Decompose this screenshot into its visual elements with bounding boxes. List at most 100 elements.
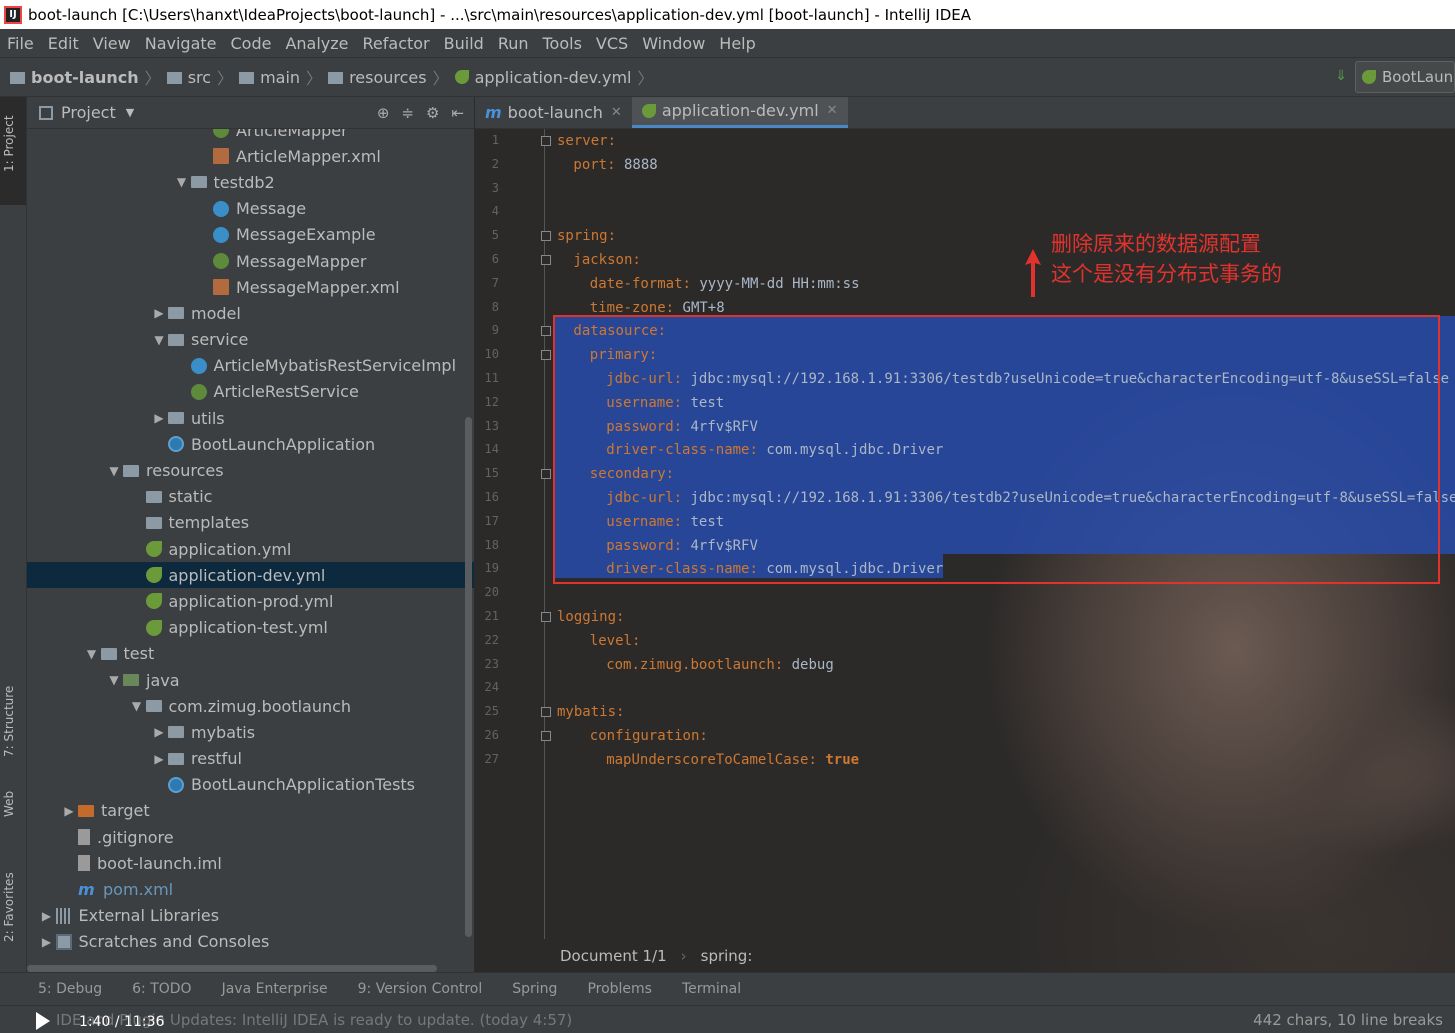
tree-toggle-icon[interactable]: ▼: [128, 699, 146, 713]
yml-icon: [145, 541, 162, 558]
tree-item[interactable]: BootLaunchApplicationTests: [27, 772, 474, 798]
tree-toggle-icon[interactable]: ▶: [150, 411, 168, 425]
tree-item[interactable]: ▶ restful: [27, 746, 474, 772]
tree-toggle-icon[interactable]: ▶: [38, 909, 56, 923]
tree-item[interactable]: ArticleMybatisRestServiceImpl: [27, 353, 474, 379]
project-tree-viewport: ArticleMapper ArticleMapper.xml ▼ testdb2 Me…: [27, 129, 474, 972]
menu-item-edit[interactable]: Edit: [48, 34, 79, 53]
tool-window-button[interactable]: 5: Debug: [38, 981, 102, 997]
tree-item[interactable]: application-dev.yml: [27, 562, 474, 589]
build-icon[interactable]: ⇓: [1335, 68, 1347, 84]
tree-item[interactable]: ▶ mybatis: [27, 719, 474, 745]
menu-item-tools[interactable]: Tools: [543, 34, 582, 53]
menu-item-code[interactable]: Code: [231, 34, 272, 53]
menu-item-run[interactable]: Run: [498, 34, 529, 53]
tree-item[interactable]: ArticleMapper.xml: [27, 143, 474, 169]
tree-item[interactable]: ▶ utils: [27, 405, 474, 431]
tree-item[interactable]: ▼ com.zimug.bootlaunch: [27, 693, 474, 719]
horizontal-scrollbar[interactable]: [27, 965, 437, 972]
editor-tab[interactable]: m boot-launch ✕: [475, 97, 632, 128]
tree-item[interactable]: ▼ test: [27, 641, 474, 667]
close-icon[interactable]: ✕: [611, 105, 622, 120]
collapse-all-icon[interactable]: ≑: [401, 104, 414, 122]
yaml-path[interactable]: spring:: [701, 947, 753, 965]
project-tool-tab[interactable]: 1: Project: [2, 115, 16, 172]
tree-toggle-icon[interactable]: ▶: [150, 725, 168, 739]
tree-item[interactable]: application.yml: [27, 536, 474, 562]
tree-toggle-icon[interactable]: ▶: [60, 804, 78, 818]
tree-item[interactable]: application-test.yml: [27, 615, 474, 641]
tree-item-label: BootLaunchApplicationTests: [191, 775, 416, 795]
tree-toggle-icon[interactable]: ▼: [105, 464, 123, 478]
tree-item[interactable]: MessageMapper.xml: [27, 274, 474, 300]
breadcrumb-item[interactable]: main 〉: [239, 65, 322, 89]
gear-icon[interactable]: ⚙: [426, 104, 439, 122]
tree-item[interactable]: ▶ target: [27, 798, 474, 824]
tree-item[interactable]: ▶ External Libraries: [27, 903, 474, 929]
tool-window-button[interactable]: Terminal: [682, 981, 741, 997]
locate-icon[interactable]: ⊕: [377, 104, 390, 122]
xml-icon: [213, 148, 229, 165]
tool-window-button[interactable]: 9: Version Control: [358, 981, 483, 997]
web-tool-tab[interactable]: Web: [2, 791, 16, 817]
menu-item-file[interactable]: File: [7, 34, 34, 53]
menu-item-help[interactable]: Help: [719, 34, 755, 53]
play-icon[interactable]: [36, 1012, 50, 1030]
tree-item[interactable]: ▼ java: [27, 667, 474, 693]
tree-toggle-icon[interactable]: ▼: [173, 175, 191, 189]
breadcrumb-item[interactable]: resources 〉: [328, 65, 449, 89]
tree-item[interactable]: MessageExample: [27, 222, 474, 248]
tree-item[interactable]: ArticleRestService: [27, 379, 474, 405]
menu-item-refactor[interactable]: Refactor: [363, 34, 430, 53]
tree-item[interactable]: ArticleMapper: [27, 129, 474, 143]
document-indicator[interactable]: Document 1/1: [560, 947, 667, 965]
tool-window-button[interactable]: Java Enterprise: [222, 981, 328, 997]
tree-item[interactable]: ▶ Scratches and Consoles: [27, 929, 474, 955]
vertical-scrollbar[interactable]: [465, 417, 472, 937]
tree-item[interactable]: ▼ service: [27, 327, 474, 353]
tree-item[interactable]: application-prod.yml: [27, 588, 474, 614]
menu-item-analyze[interactable]: Analyze: [285, 34, 348, 53]
breadcrumb-label: main: [260, 67, 301, 87]
console-icon: [55, 933, 72, 950]
chevron-down-icon[interactable]: ▼: [126, 106, 134, 119]
tree-item[interactable]: boot-launch.iml: [27, 850, 474, 876]
tree-item[interactable]: ▼ resources: [27, 457, 474, 483]
favorites-tool-tab[interactable]: 2: Favorites: [2, 872, 16, 942]
tree-item[interactable]: BootLaunchApplication: [27, 431, 474, 457]
tree-item[interactable]: Message: [27, 196, 474, 222]
menu-item-navigate[interactable]: Navigate: [145, 34, 217, 53]
tree-item[interactable]: ▼ testdb2: [27, 169, 474, 195]
hide-panel-icon[interactable]: ⇤: [451, 104, 464, 122]
tool-window-button[interactable]: Problems: [587, 981, 652, 997]
menu-item-vcs[interactable]: VCS: [596, 34, 628, 53]
tree-item[interactable]: ▶ model: [27, 300, 474, 326]
maven-icon: m: [78, 879, 95, 899]
project-view-label[interactable]: Project: [61, 103, 116, 122]
tree-item[interactable]: m pom.xml: [27, 876, 474, 902]
run-config-selector[interactable]: BootLaun: [1355, 61, 1455, 93]
breadcrumb-item[interactable]: application-dev.yml 〉: [454, 65, 653, 89]
selection-info: 442 chars, 10 line breaks: [1253, 1010, 1443, 1029]
file-icon: [78, 855, 90, 872]
tree-toggle-icon[interactable]: ▶: [150, 306, 168, 320]
tree-item[interactable]: static: [27, 484, 474, 510]
structure-tool-tab[interactable]: 7: Structure: [2, 686, 16, 757]
tool-window-button[interactable]: Spring: [512, 981, 557, 997]
tree-item[interactable]: templates: [27, 510, 474, 536]
tree-toggle-icon[interactable]: ▶: [150, 752, 168, 766]
breadcrumb-item[interactable]: boot-launch 〉: [10, 65, 161, 89]
editor-tab[interactable]: application-dev.yml ✕: [631, 97, 848, 128]
close-icon[interactable]: ✕: [827, 103, 838, 118]
tree-item[interactable]: MessageMapper: [27, 248, 474, 274]
tree-toggle-icon[interactable]: ▶: [38, 935, 56, 949]
tree-item[interactable]: .gitignore: [27, 824, 474, 850]
breadcrumb-item[interactable]: src 〉: [166, 65, 233, 89]
tool-window-button[interactable]: 6: TODO: [132, 981, 191, 997]
tree-toggle-icon[interactable]: ▼: [105, 673, 123, 687]
menu-item-view[interactable]: View: [93, 34, 131, 53]
menu-item-window[interactable]: Window: [642, 34, 705, 53]
tree-toggle-icon[interactable]: ▼: [150, 333, 168, 347]
tree-toggle-icon[interactable]: ▼: [83, 647, 101, 661]
menu-item-build[interactable]: Build: [444, 34, 484, 53]
